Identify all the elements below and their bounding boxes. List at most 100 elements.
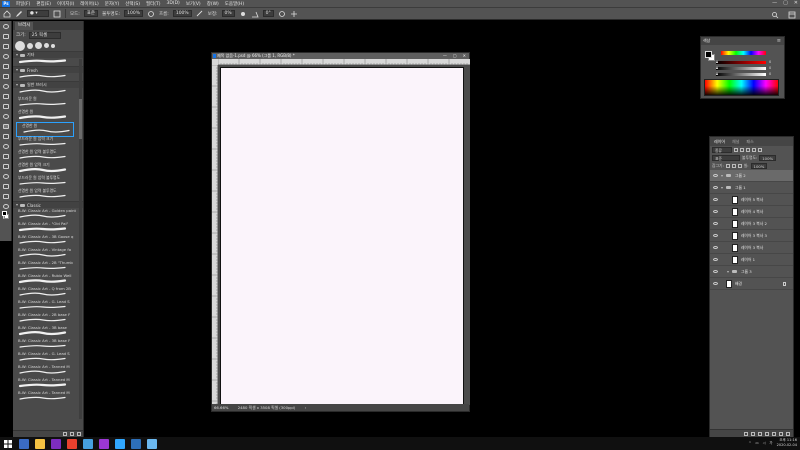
layer-name[interactable]: 그룹 3 [741, 269, 752, 275]
lock-all-icon[interactable] [737, 164, 742, 168]
zoom-level[interactable]: 66.66% [214, 405, 228, 410]
mode-select[interactable]: 표준 [83, 10, 99, 17]
chevron-right-icon[interactable] [721, 175, 723, 177]
menu-item[interactable]: 필터(T) [143, 1, 164, 7]
panel-menu-icon[interactable]: ≡ [777, 38, 781, 44]
chevron-down-icon[interactable] [16, 204, 18, 206]
visibility-eye-icon[interactable] [713, 222, 718, 225]
color-slider-3[interactable]: 0 [716, 72, 771, 77]
network-icon[interactable]: ▭ [755, 441, 758, 445]
brush-preset[interactable] [27, 42, 33, 49]
brush-item[interactable]: B-W: Classic Art - Tanned M [13, 364, 83, 377]
delete-brush-icon[interactable] [77, 432, 81, 436]
history-brush-icon[interactable] [1, 112, 11, 121]
visibility-eye-icon[interactable] [713, 210, 718, 213]
search-icon[interactable] [771, 11, 779, 19]
brush-item[interactable]: B-W: Classic Art - 2B base F [13, 312, 83, 325]
tab-channels[interactable]: 채널 [730, 139, 741, 145]
ime-icon[interactable]: 가 [769, 441, 772, 446]
slider-track[interactable] [716, 61, 766, 64]
brush-item[interactable]: 선명한 원 압력 크기 [13, 162, 83, 175]
taskbar-app-icon[interactable] [131, 438, 141, 449]
layer-thumbnail[interactable] [732, 232, 738, 240]
canvas[interactable] [220, 67, 464, 405]
layer-name[interactable]: 레이어 3 복사 2 [741, 221, 767, 227]
hue-strip[interactable] [721, 51, 766, 55]
eraser-tool-icon[interactable] [1, 122, 11, 131]
type-tool-icon[interactable] [1, 172, 11, 181]
brush-item[interactable]: B-W: Classic Art - Golden paint [13, 208, 83, 221]
clone-stamp-icon[interactable] [1, 102, 11, 111]
crop-tool-icon[interactable] [1, 62, 11, 71]
filter-smart-icon[interactable] [758, 148, 762, 152]
lasso-tool-icon[interactable] [1, 42, 11, 51]
slider-track[interactable] [716, 73, 766, 76]
layer-name[interactable]: 레이어 3 복사 3 [741, 233, 767, 239]
layer-group-row[interactable]: 그룹 1 [710, 182, 793, 194]
visibility-eye-icon[interactable] [713, 198, 718, 201]
brush-item[interactable]: B-W: Classic Art - 3B Goose q [13, 234, 83, 247]
brush-list-scrollbar[interactable] [79, 59, 82, 419]
opacity-field[interactable]: 100% [124, 10, 144, 17]
layer-row[interactable]: 배경 [710, 278, 793, 290]
taskbar-app-icon[interactable] [99, 438, 109, 449]
brush-item[interactable]: B-W: Classic Art - 3B base F [13, 338, 83, 351]
path-select-icon[interactable] [1, 182, 11, 191]
dodge-tool-icon[interactable] [1, 152, 11, 161]
layer-thumbnail[interactable] [732, 208, 738, 216]
blend-mode-select[interactable]: 표준 [712, 155, 740, 161]
eyedropper-tool-icon[interactable] [1, 72, 11, 81]
slider-value[interactable]: 0 [769, 66, 771, 70]
brush-item[interactable]: B-W: Classic Art - 2B "Thumb [13, 260, 83, 273]
color-slider-1[interactable]: 0 [716, 60, 771, 65]
brush-item[interactable] [13, 73, 83, 81]
brush-item[interactable]: 선명한 원 [13, 109, 83, 122]
brush-item[interactable]: B-W: Classic Art - Rubio Well [13, 273, 83, 286]
layer-thumbnail[interactable] [732, 220, 738, 228]
menu-item[interactable]: 선택(S) [122, 1, 143, 7]
document-info[interactable]: 2480 픽셀 x 3508 픽셀 (300ppi) [238, 405, 296, 410]
taskbar-app-icon[interactable] [19, 438, 29, 449]
start-button[interactable] [3, 437, 13, 450]
color-spectrum[interactable] [704, 79, 779, 96]
slider-track[interactable] [716, 67, 766, 70]
adjustment-layer-icon[interactable] [765, 431, 769, 436]
pen-tool-icon[interactable] [1, 162, 11, 171]
maximize-button[interactable]: ▢ [783, 0, 788, 6]
brush-item[interactable]: 부드러운 원 [13, 88, 83, 109]
brush-size-field[interactable]: 25 픽셀 [28, 31, 61, 39]
taskbar-app-icon[interactable] [67, 438, 77, 449]
menu-item[interactable]: 편집(E) [33, 1, 54, 7]
chevron-down-icon[interactable] [16, 84, 18, 86]
delete-layer-icon[interactable] [786, 431, 790, 436]
foreground-color[interactable] [2, 211, 7, 216]
brush-item[interactable]: 선명한 원 압력 불투명도 [13, 149, 83, 162]
color-slider-2[interactable]: 0 [716, 66, 771, 71]
menu-item[interactable]: 문자(Y) [102, 1, 123, 7]
layer-opacity-field[interactable]: 100% [759, 155, 777, 161]
layer-row[interactable]: 레이어 3 복사 2 [710, 218, 793, 230]
brush-preset-picker[interactable]: ● ▾ [27, 10, 49, 17]
tray-chevron-icon[interactable]: ^ [748, 441, 751, 445]
slider-knob[interactable] [716, 66, 718, 69]
layer-group-row[interactable]: 그룹 2 [710, 170, 793, 182]
tab-color[interactable]: 색상 [703, 38, 710, 44]
visibility-eye-icon[interactable] [713, 282, 718, 285]
clock[interactable]: 오후 11:16 2020-02-04 [777, 438, 797, 448]
angle-field[interactable]: 0° [262, 10, 274, 17]
menu-item[interactable]: 창(W) [204, 1, 222, 7]
brush-item[interactable]: B-W: Classic Art - Vintage fo [13, 247, 83, 260]
brush-item[interactable]: B-W: Classic Art - Q from 2B [13, 286, 83, 299]
canvas-area[interactable] [218, 65, 470, 405]
layer-filter-select[interactable]: 종류 [712, 147, 732, 153]
link-layers-icon[interactable] [744, 431, 748, 436]
menu-item[interactable]: 보기(V) [183, 1, 204, 7]
tab-paths[interactable]: 패스 [744, 139, 755, 145]
filter-shape-icon[interactable] [752, 148, 756, 152]
visibility-eye-icon[interactable] [713, 258, 718, 261]
brush-folder[interactable]: 기타 [13, 51, 83, 58]
visibility-eye-icon[interactable] [713, 174, 718, 177]
chevron-down-icon[interactable] [16, 69, 18, 71]
marquee-tool-icon[interactable] [1, 32, 11, 41]
new-brush-icon[interactable] [70, 432, 74, 436]
